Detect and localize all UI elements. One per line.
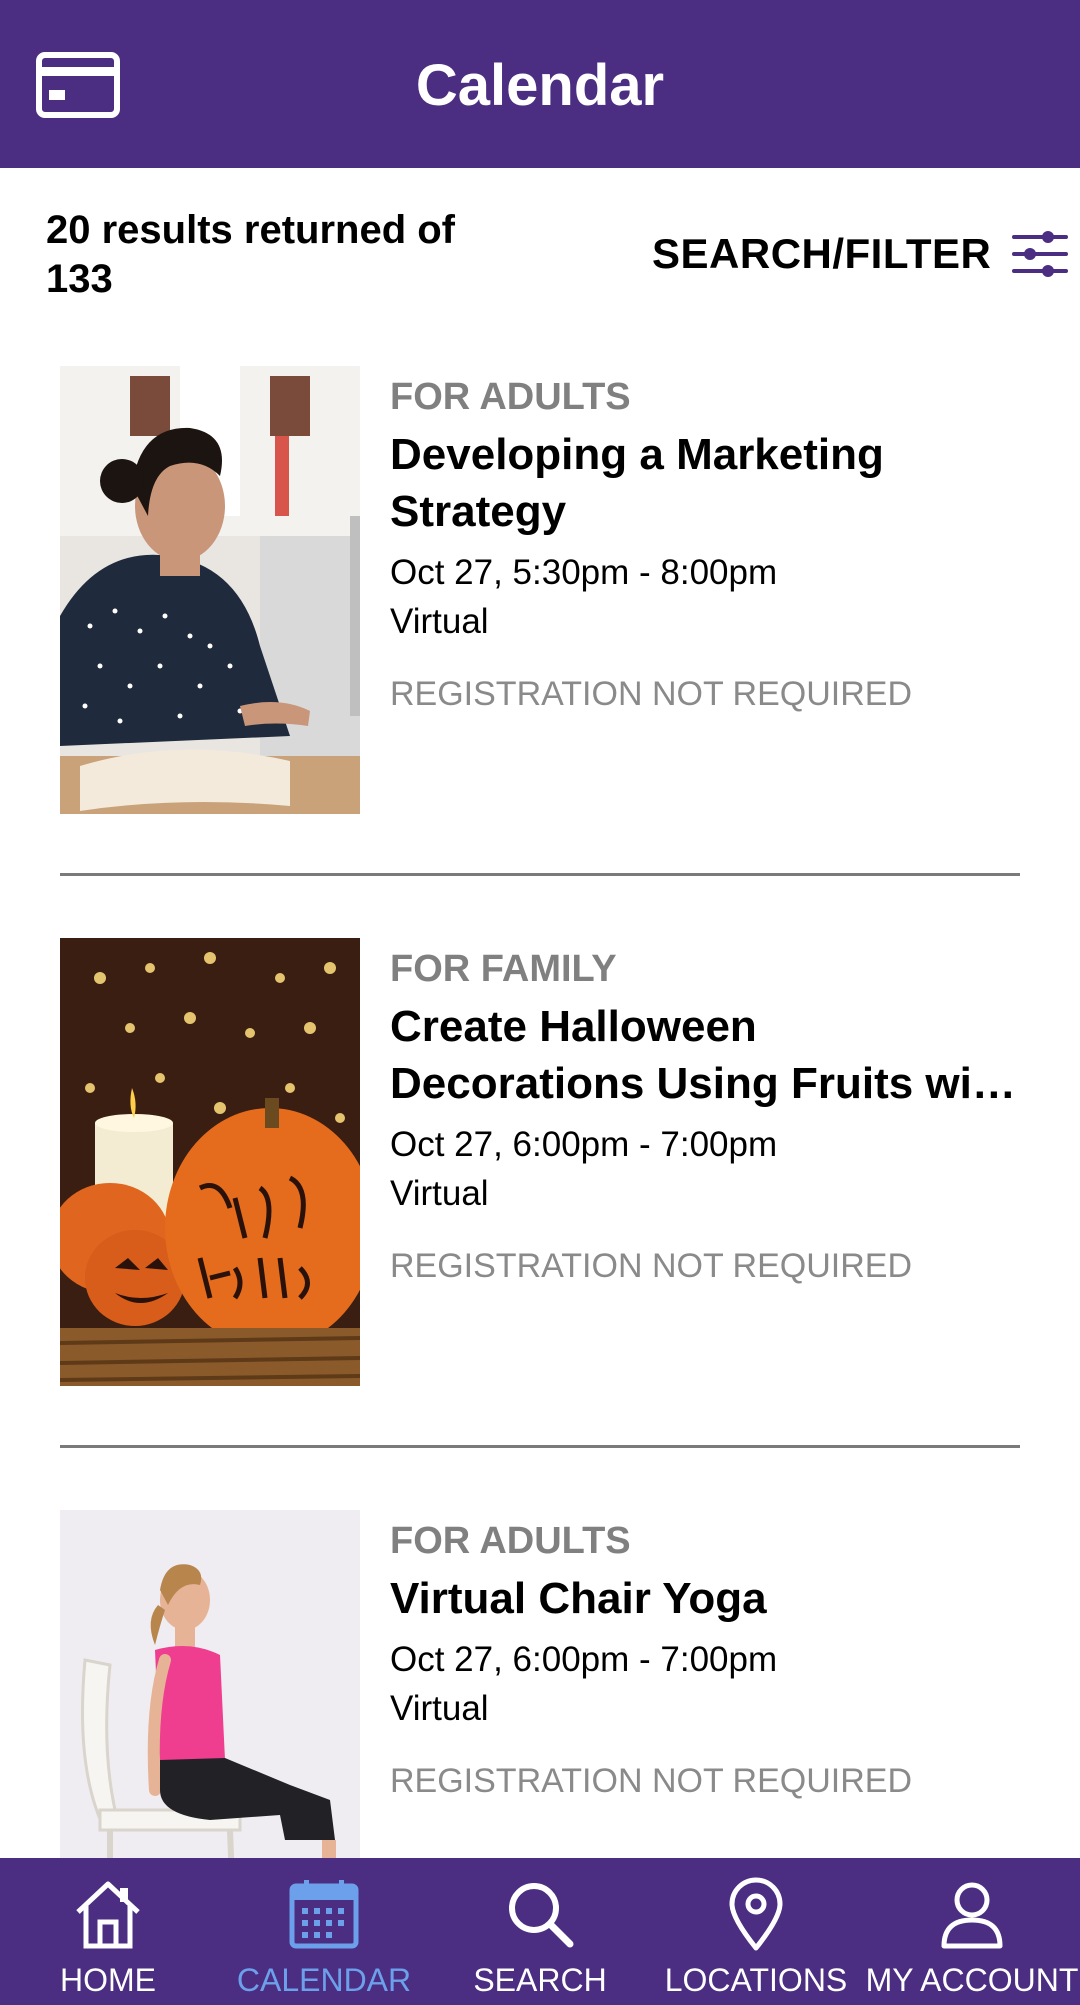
event-title[interactable]: Developing a Marketing Strategy bbox=[390, 426, 1020, 540]
event-title[interactable]: Create Halloween Decorations Using Fruit… bbox=[390, 998, 1020, 1112]
app-bar: Calendar bbox=[0, 0, 1080, 168]
nav-item-calendar[interactable]: CALENDAR bbox=[216, 1858, 432, 2005]
event-date: Oct 27, 6:00pm - 7:00pm bbox=[390, 1125, 778, 1164]
nav-label: LOCATIONS bbox=[664, 1962, 848, 1998]
event-location: Virtual bbox=[390, 1689, 489, 1728]
event-image-woman-at-laptop bbox=[60, 366, 360, 814]
location-pin-icon bbox=[729, 1877, 783, 1951]
calendar-icon bbox=[289, 1880, 359, 1949]
home-icon bbox=[76, 1881, 140, 1949]
event-item[interactable]: FOR ADULTS Developing a Marketing Strate… bbox=[0, 340, 1080, 850]
event-item[interactable]: FOR FAMILY Create Halloween Decorations … bbox=[0, 912, 1080, 1422]
nav-item-my-account[interactable]: MY ACCOUNT bbox=[864, 1858, 1080, 2005]
divider bbox=[60, 1445, 1020, 1448]
event-item[interactable]: FOR ADULTS Virtual Chair Yoga Oct 27, 6:… bbox=[0, 1484, 1080, 1858]
event-registration-status: REGISTRATION NOT REQUIRED bbox=[390, 1247, 913, 1285]
nav-label: HOME bbox=[60, 1962, 156, 1998]
event-audience: FOR ADULTS bbox=[390, 1520, 631, 1562]
nav-item-home[interactable]: HOME bbox=[0, 1858, 216, 2005]
event-audience: FOR FAMILY bbox=[390, 948, 617, 990]
event-location: Virtual bbox=[390, 1174, 489, 1213]
event-date: Oct 27, 5:30pm - 8:00pm bbox=[390, 553, 778, 592]
event-location: Virtual bbox=[390, 602, 489, 641]
nav-label: CALENDAR bbox=[236, 1962, 412, 1998]
event-list: FOR ADULTS Developing a Marketing Strate… bbox=[0, 340, 1080, 1858]
nav-item-search[interactable]: SEARCH bbox=[432, 1858, 648, 2005]
search-icon bbox=[509, 1883, 574, 1948]
event-registration-status: REGISTRATION NOT REQUIRED bbox=[390, 675, 913, 713]
nav-item-locations[interactable]: LOCATIONS bbox=[648, 1858, 864, 2005]
search-filter-label: SEARCH/FILTER bbox=[652, 230, 992, 277]
event-image-woman-chair-yoga bbox=[60, 1510, 360, 1858]
search-filter-button[interactable]: SEARCH/FILTER bbox=[652, 224, 1069, 284]
nav-label: SEARCH bbox=[473, 1962, 607, 1998]
event-registration-status: REGISTRATION NOT REQUIRED bbox=[390, 1762, 913, 1800]
event-audience: FOR ADULTS bbox=[390, 376, 631, 418]
results-count: 20 results returned of 133 bbox=[46, 208, 456, 301]
divider bbox=[60, 873, 1020, 876]
event-title[interactable]: Virtual Chair Yoga bbox=[390, 1570, 1020, 1627]
nav-label: MY ACCOUNT bbox=[865, 1962, 1079, 1998]
page-title: Calendar bbox=[415, 53, 665, 118]
bottom-nav: HOME CALENDAR SEARCH LOCATIONS MY ACCOUN… bbox=[0, 1858, 1080, 2005]
account-icon bbox=[941, 1882, 1003, 1949]
event-image-halloween-pumpkins bbox=[60, 938, 360, 1386]
sliders-icon bbox=[1012, 231, 1069, 277]
event-date: Oct 27, 6:00pm - 7:00pm bbox=[390, 1640, 778, 1679]
